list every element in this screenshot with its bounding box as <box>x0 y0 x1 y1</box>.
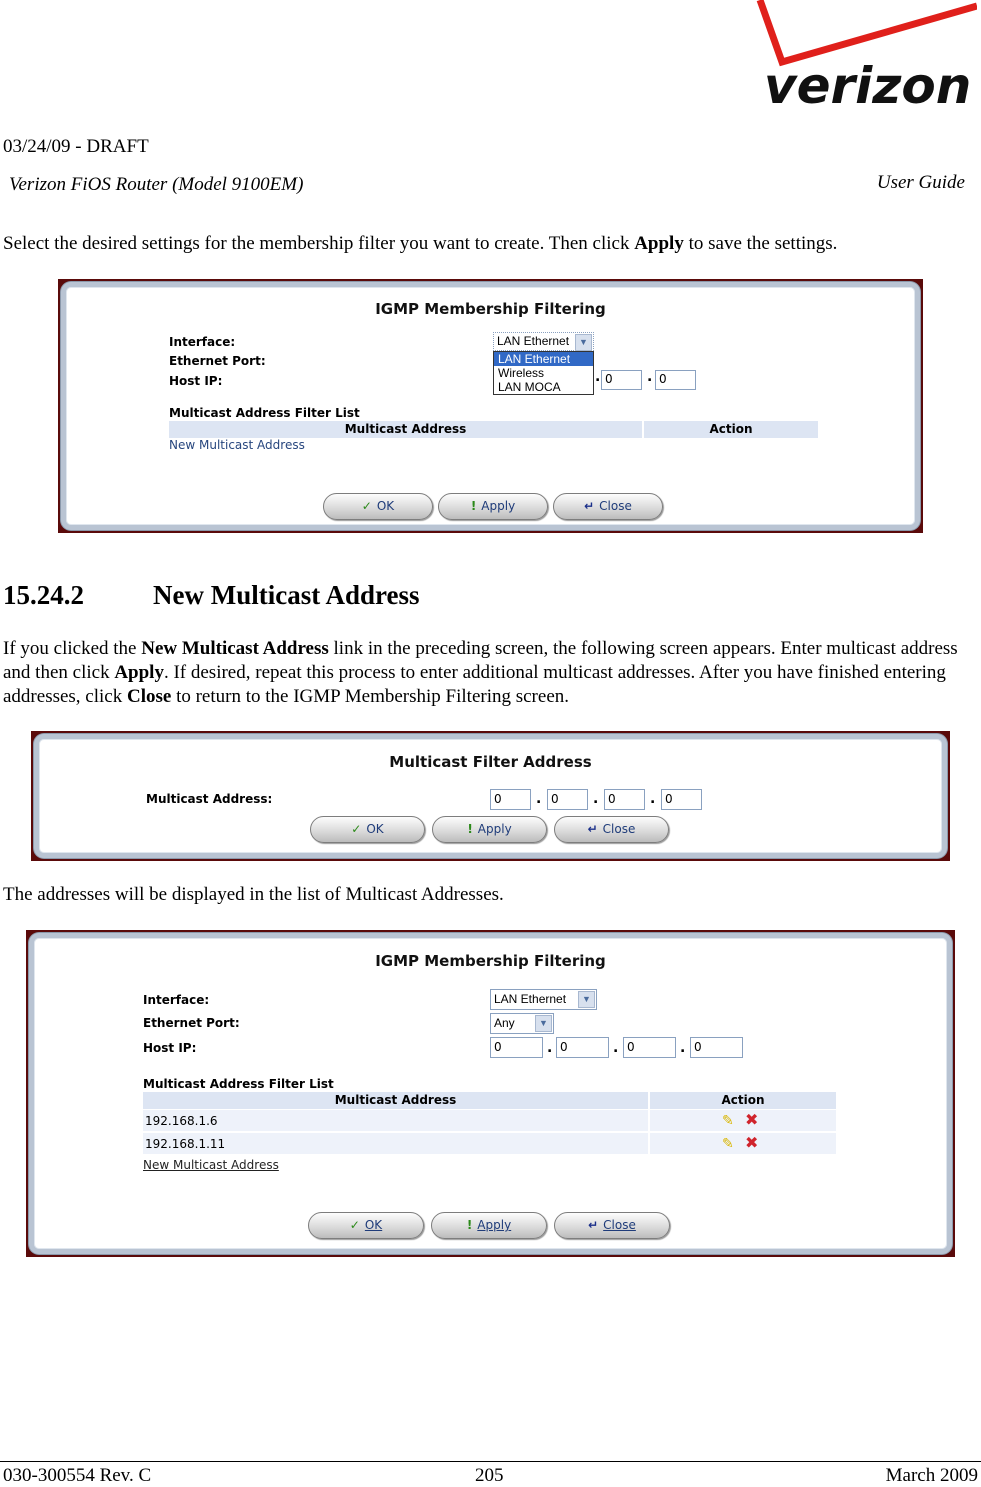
exclamation-icon: ! <box>466 1218 473 1232</box>
chevron-down-icon: ▼ <box>578 991 595 1008</box>
screen-title: IGMP Membership Filtering <box>375 300 606 318</box>
column-header-address: Multicast Address <box>143 1092 648 1109</box>
interface-select[interactable]: LAN Ethernet ▼ <box>490 989 597 1010</box>
ip-dot: . <box>647 369 653 385</box>
multicast-octet-2[interactable]: 0 <box>547 789 588 810</box>
ethernet-port-select[interactable]: Any ▼ <box>490 1013 554 1034</box>
document-guide-label: User Guide <box>876 172 965 193</box>
ok-button[interactable]: ✓ OK <box>310 816 425 843</box>
close-button[interactable]: ↵ Close <box>553 493 663 520</box>
multicast-octet-1[interactable]: 0 <box>490 789 531 810</box>
column-header-action: Action <box>644 421 818 438</box>
ok-button[interactable]: ✓ OK <box>323 493 433 520</box>
check-icon: ✓ <box>351 822 362 836</box>
ok-button[interactable]: ✓ OK <box>308 1212 424 1239</box>
apply-button[interactable]: ! Apply <box>431 1212 547 1239</box>
exclamation-icon: ! <box>467 822 473 836</box>
column-header-action: Action <box>650 1092 836 1109</box>
host-ip-octet-1[interactable]: 0 <box>490 1037 543 1058</box>
apply-button[interactable]: ! Apply <box>438 493 548 520</box>
section-paragraph: If you clicked the New Multicast Address… <box>3 638 958 707</box>
multicast-octet-3[interactable]: 0 <box>604 789 645 810</box>
ethernet-port-label: Ethernet Port: <box>143 1016 240 1030</box>
section-title: New Multicast Address <box>153 580 420 610</box>
new-multicast-address-link[interactable]: New Multicast Address <box>143 1158 279 1172</box>
intro-paragraph: Select the desired settings for the memb… <box>3 233 838 254</box>
dropdown-option[interactable]: LAN MOCA <box>494 380 593 394</box>
new-multicast-address-link[interactable]: New Multicast Address <box>169 438 305 452</box>
host-ip-label: Host IP: <box>143 1041 197 1055</box>
screen-title: Multicast Filter Address <box>389 753 592 771</box>
close-button[interactable]: ↵ Close <box>554 816 669 843</box>
host-ip-octet-4[interactable]: 0 <box>690 1037 743 1058</box>
ip-dot: . <box>547 1040 553 1056</box>
exclamation-icon: ! <box>470 499 477 513</box>
footer-divider <box>0 1461 981 1462</box>
return-arrow-icon: ↵ <box>587 822 598 836</box>
host-ip-octet-2[interactable]: 0 <box>556 1037 609 1058</box>
draft-date: 03/24/09 - DRAFT <box>3 136 149 157</box>
host-ip-octet-3[interactable]: 0 <box>601 370 642 390</box>
ip-dot: . <box>595 369 601 385</box>
igmp-filtering-screenshot-2: IGMP Membership Filtering Interface: Eth… <box>26 930 955 1257</box>
ip-dot: . <box>536 791 542 807</box>
ethernet-port-label: Ethernet Port: <box>169 354 266 368</box>
multicast-octet-4[interactable]: 0 <box>661 789 702 810</box>
delete-icon[interactable]: ✖ <box>745 1109 758 1131</box>
screen-title: IGMP Membership Filtering <box>375 952 606 970</box>
document-model: Verizon FiOS Router (Model 9100EM) <box>9 174 304 195</box>
return-arrow-icon: ↵ <box>584 499 595 513</box>
host-ip-label: Host IP: <box>169 374 223 388</box>
delete-icon[interactable]: ✖ <box>745 1132 758 1154</box>
dropdown-option[interactable]: LAN Ethernet <box>494 352 593 366</box>
filter-list-title: Multicast Address Filter List <box>143 1077 334 1091</box>
interface-dropdown: LAN Ethernet Wireless LAN MOCA <box>493 351 594 395</box>
interface-label: Interface: <box>169 335 236 349</box>
chevron-down-icon: ▼ <box>575 334 592 351</box>
section-number: 15.24.2 <box>3 580 84 610</box>
table-row-action: ✎ ✖ <box>650 1110 836 1132</box>
logo-text: verizon <box>764 57 971 115</box>
table-row-action: ✎ ✖ <box>650 1133 836 1155</box>
table-row-address: 192.168.1.11 <box>143 1133 648 1155</box>
close-button[interactable]: ↵ Close <box>554 1212 670 1239</box>
multicast-filter-address-screenshot: Multicast Filter Address Multicast Addre… <box>31 731 950 861</box>
chevron-down-icon: ▼ <box>535 1015 552 1032</box>
section-heading: 15.24.2 New Multicast Address <box>3 580 420 611</box>
check-icon: ✓ <box>349 1218 360 1232</box>
list-paragraph: The addresses will be displayed in the l… <box>3 884 504 905</box>
column-header-address: Multicast Address <box>169 421 642 438</box>
dropdown-option[interactable]: Wireless <box>494 366 593 380</box>
verizon-logo: verizon <box>756 0 977 115</box>
multicast-address-label: Multicast Address: <box>146 792 273 806</box>
check-icon: ✓ <box>361 499 372 513</box>
host-ip-octet-3[interactable]: 0 <box>623 1037 676 1058</box>
host-ip-octet-4[interactable]: 0 <box>655 370 696 390</box>
igmp-filtering-screenshot-1: IGMP Membership Filtering Interface: Eth… <box>58 279 923 533</box>
return-arrow-icon: ↵ <box>588 1218 599 1232</box>
table-row-address: 192.168.1.6 <box>143 1110 648 1132</box>
edit-icon[interactable]: ✎ <box>722 1133 734 1155</box>
ip-dot: . <box>613 1040 619 1056</box>
apply-button[interactable]: ! Apply <box>432 816 547 843</box>
ip-dot: . <box>593 791 599 807</box>
ip-dot: . <box>680 1040 686 1056</box>
ip-dot: . <box>650 791 656 807</box>
interface-label: Interface: <box>143 993 210 1007</box>
interface-select[interactable]: LAN Ethernet ▼ <box>493 332 594 351</box>
filter-list-title: Multicast Address Filter List <box>169 406 360 420</box>
edit-icon[interactable]: ✎ <box>722 1110 734 1132</box>
